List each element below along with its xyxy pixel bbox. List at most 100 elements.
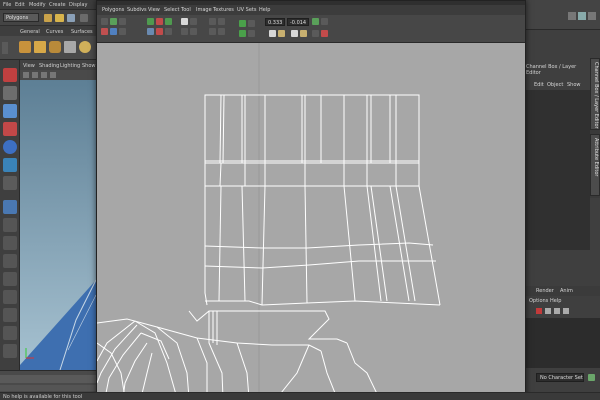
channel-menu-show[interactable]: Show	[567, 82, 581, 88]
create-layer-icon[interactable]	[536, 308, 542, 314]
uv-menu-tool[interactable]: Tool	[181, 7, 191, 13]
refresh-uv-icon[interactable]	[312, 18, 319, 25]
uv-menu-polygons[interactable]: Polygons	[102, 7, 124, 13]
poly-torus-icon[interactable]	[79, 41, 91, 53]
v-value-field[interactable]: -0.014	[287, 18, 309, 26]
relax-uv-icon[interactable]	[165, 28, 172, 35]
uv-menu-textures[interactable]: Textures	[213, 7, 234, 13]
open-scene-icon[interactable]	[55, 14, 64, 22]
uv-editor-viewport[interactable]	[97, 43, 525, 398]
toolsettings-toggle-icon[interactable]	[588, 12, 596, 20]
copy-uv-icon[interactable]	[321, 18, 328, 25]
uv-lattice-icon[interactable]	[119, 18, 126, 25]
time-slider[interactable]	[0, 370, 96, 392]
cycle-uv-icon[interactable]	[312, 30, 319, 37]
uv-menu-help[interactable]: Help	[259, 7, 270, 13]
paste-v-icon[interactable]	[300, 30, 307, 37]
shelf-tab-general[interactable]: General	[20, 29, 40, 35]
uv-options-icon[interactable]	[321, 30, 328, 37]
layout-icon-7[interactable]	[3, 344, 17, 358]
perspective-viewport[interactable]	[20, 80, 96, 370]
layout-icon-3[interactable]	[3, 272, 17, 286]
layer-up-icon[interactable]	[554, 308, 560, 314]
scale-tool-icon[interactable]	[3, 140, 17, 154]
universal-tool-icon[interactable]	[3, 158, 17, 172]
shelf-tab-curves[interactable]: Curves	[46, 29, 63, 35]
uv-menu-select[interactable]: Select	[164, 7, 179, 13]
create-layer-selected-icon[interactable]	[545, 308, 551, 314]
menu-set-dropdown[interactable]: Polygons	[3, 13, 39, 22]
pixel-snap-icon[interactable]	[248, 20, 255, 27]
shaded-uv-icon[interactable]	[218, 18, 225, 25]
paste-u-icon[interactable]	[291, 30, 298, 37]
poly-cube-icon[interactable]	[34, 41, 46, 53]
tab-channel-box[interactable]: Channel Box / Layer Editor	[590, 58, 600, 130]
range-slider[interactable]	[0, 385, 96, 391]
layout-icon-5[interactable]	[3, 308, 17, 322]
snapshot-icon[interactable]	[239, 20, 246, 27]
uv-menu-image[interactable]: Image	[196, 7, 212, 13]
menu-edit[interactable]: Edit	[15, 2, 25, 8]
tab-attribute-editor[interactable]: Attribute Editor	[590, 134, 600, 196]
copy-uv-clipboard-icon[interactable]	[269, 30, 276, 37]
poly-sphere-icon[interactable]	[19, 41, 31, 53]
layer-down-icon[interactable]	[563, 308, 569, 314]
attribute-toggle-icon[interactable]	[578, 12, 586, 20]
viewport-menu-view[interactable]: View	[23, 63, 35, 69]
uv-menu-view[interactable]: View	[148, 7, 160, 13]
move-sew-icon[interactable]	[165, 18, 172, 25]
unfold-uv-icon[interactable]	[156, 28, 163, 35]
grid-icon[interactable]	[32, 72, 38, 78]
layer-menu-help[interactable]: Help	[550, 298, 561, 304]
channel-menu-edit[interactable]: Edit	[534, 82, 544, 88]
viewport-menu-shading[interactable]: Shading	[39, 63, 59, 69]
select-tool-icon[interactable]	[3, 68, 17, 82]
distortion-icon[interactable]	[218, 28, 225, 35]
layer-tab-render[interactable]: Render	[536, 288, 554, 294]
menu-file[interactable]: File	[3, 2, 11, 8]
menu-display[interactable]: Display	[69, 2, 87, 8]
flip-u-icon[interactable]	[101, 28, 108, 35]
texture-borders-icon[interactable]	[209, 28, 216, 35]
uv-menu-uv-sets[interactable]: UV Sets	[237, 7, 257, 13]
menu-create[interactable]: Create	[49, 2, 66, 8]
layout-icon-1[interactable]	[3, 236, 17, 250]
camera-icon[interactable]	[23, 72, 29, 78]
uv-smudge-icon[interactable]	[110, 18, 117, 25]
paste-uv-icon[interactable]	[278, 30, 285, 37]
rotate-tool-icon[interactable]	[3, 122, 17, 136]
channel-menu-object[interactable]: Object	[547, 82, 563, 88]
view-facing-icon[interactable]	[190, 28, 197, 35]
wireframe-icon[interactable]	[41, 72, 47, 78]
uv-menu-subdivs[interactable]: Subdivs	[127, 7, 147, 13]
dim-image-icon[interactable]	[181, 28, 188, 35]
layout-icon-2[interactable]	[3, 254, 17, 268]
save-scene-icon[interactable]	[67, 14, 75, 22]
select-mode-icon[interactable]	[80, 14, 88, 22]
u-value-field[interactable]: 0.333	[265, 18, 285, 26]
grid-display-icon[interactable]	[181, 18, 188, 25]
four-view-icon[interactable]	[3, 218, 17, 232]
poly-plane-icon[interactable]	[64, 41, 76, 53]
lasso-tool-icon[interactable]	[3, 86, 17, 100]
layout-icon-6[interactable]	[3, 326, 17, 340]
layer-tab-anim[interactable]: Anim	[560, 288, 573, 294]
single-view-icon[interactable]	[3, 200, 17, 214]
viewport-menu-lighting[interactable]: Lighting	[60, 63, 80, 69]
shaded-icon[interactable]	[50, 72, 56, 78]
time-slider-track[interactable]	[0, 375, 96, 383]
sidebar-toggle-icon[interactable]	[568, 12, 576, 20]
rotate-ccw-icon[interactable]	[119, 28, 126, 35]
new-scene-icon[interactable]	[44, 14, 52, 22]
poly-cylinder-icon[interactable]	[49, 41, 61, 53]
auto-key-icon[interactable]	[588, 374, 595, 381]
move-tool-icon[interactable]	[3, 104, 17, 118]
sew-uv-icon[interactable]	[156, 18, 163, 25]
soft-mod-icon[interactable]	[3, 176, 17, 190]
menu-modify[interactable]: Modify	[29, 2, 46, 8]
shelf-menu-icon[interactable]	[2, 42, 8, 54]
isolate-select-icon[interactable]	[239, 30, 246, 37]
shelf-tab-surfaces[interactable]: Surfaces	[71, 29, 93, 35]
display-checker-icon[interactable]	[209, 18, 216, 25]
layout-icon-4[interactable]	[3, 290, 17, 304]
